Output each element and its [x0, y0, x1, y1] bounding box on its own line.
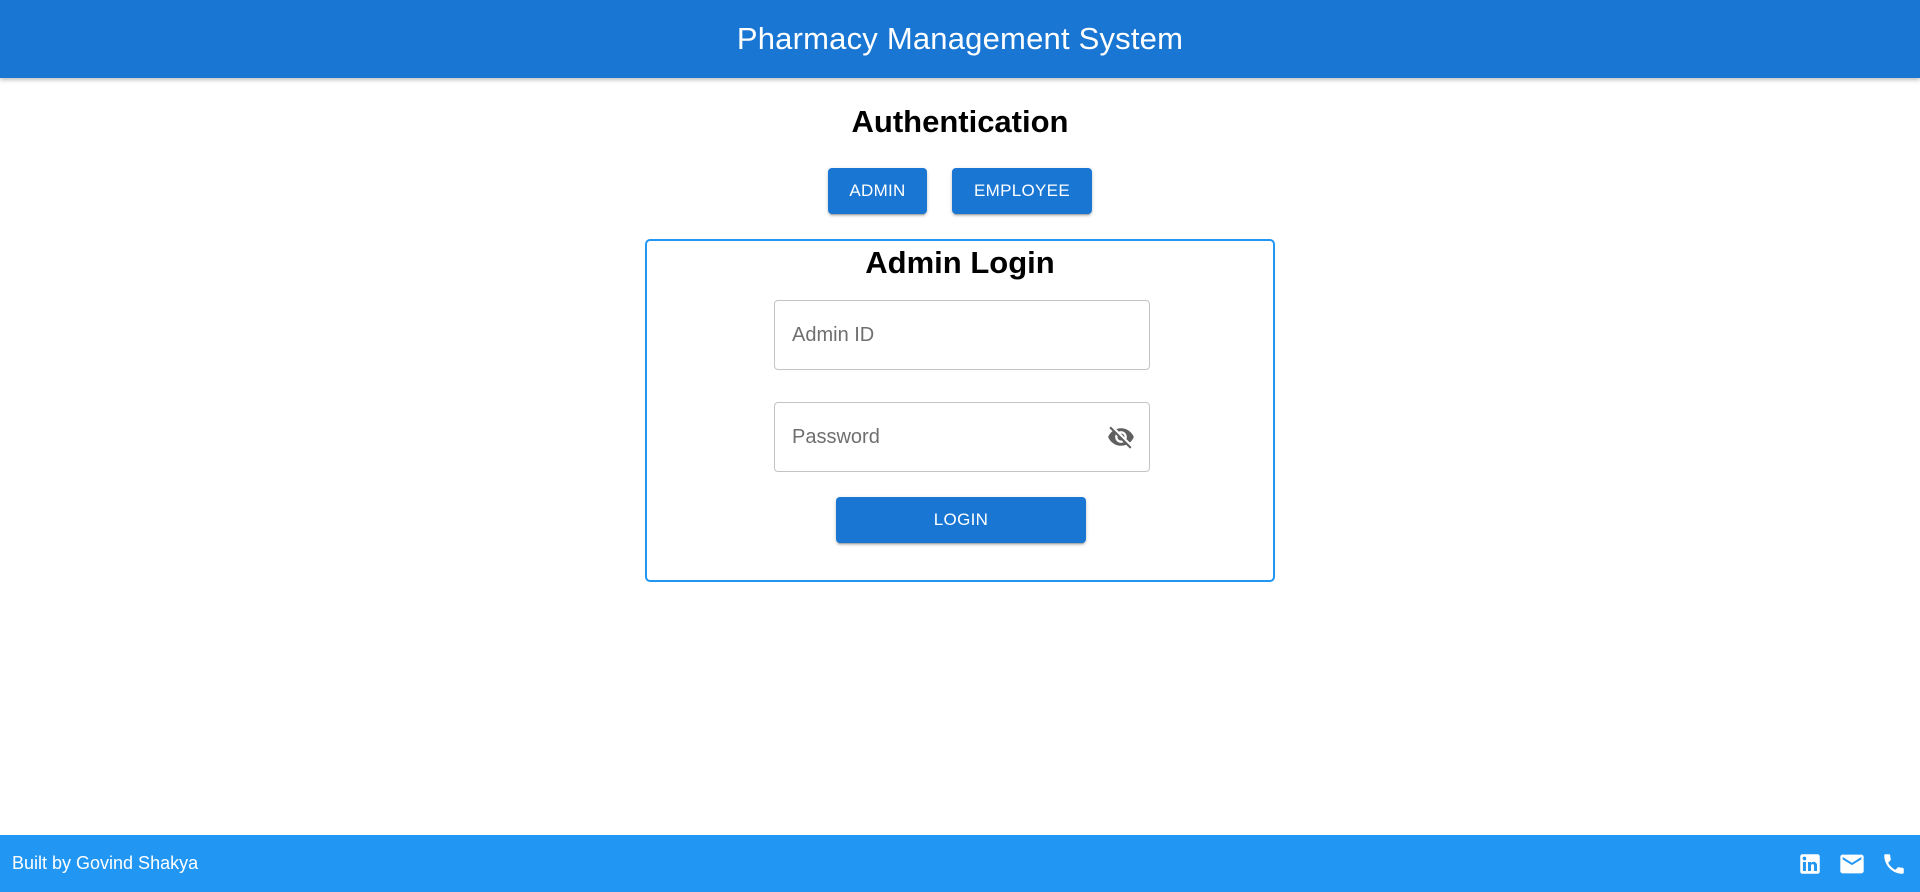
app-bar: Pharmacy Management System — [0, 0, 1920, 78]
role-switcher: ADMIN EMPLOYEE — [0, 168, 1920, 214]
linkedin-icon[interactable] — [1796, 850, 1824, 878]
authentication-heading: Authentication — [851, 104, 1069, 139]
admin-role-button[interactable]: ADMIN — [828, 168, 927, 214]
admin-id-input[interactable] — [775, 301, 1149, 369]
admin-id-field — [774, 300, 1150, 370]
password-input[interactable] — [775, 403, 1149, 471]
visibility-off-icon-svg — [1108, 426, 1134, 449]
app-root: Pharmacy Management System Authenticatio… — [0, 0, 1920, 892]
password-field — [774, 402, 1150, 472]
phone-icon-svg — [1884, 853, 1904, 874]
phone-icon[interactable] — [1880, 850, 1908, 878]
visibility-off-icon[interactable] — [1105, 421, 1137, 453]
login-button[interactable]: LOGIN — [836, 497, 1086, 543]
footer-contact-icons — [1796, 850, 1908, 878]
app-title: Pharmacy Management System — [736, 21, 1184, 56]
main-content: Authentication ADMIN EMPLOYEE Admin Logi… — [0, 78, 1920, 835]
footer: Built by Govind Shakya — [0, 835, 1920, 892]
email-icon-svg — [1840, 854, 1864, 873]
footer-credit: Built by Govind Shakya — [12, 853, 199, 873]
employee-role-button[interactable]: EMPLOYEE — [952, 168, 1092, 214]
admin-login-card: Admin Login LOGIN — [645, 239, 1275, 582]
login-card-title: Admin Login — [865, 245, 1055, 280]
linkedin-icon-svg — [1800, 853, 1820, 874]
email-icon[interactable] — [1838, 850, 1866, 878]
